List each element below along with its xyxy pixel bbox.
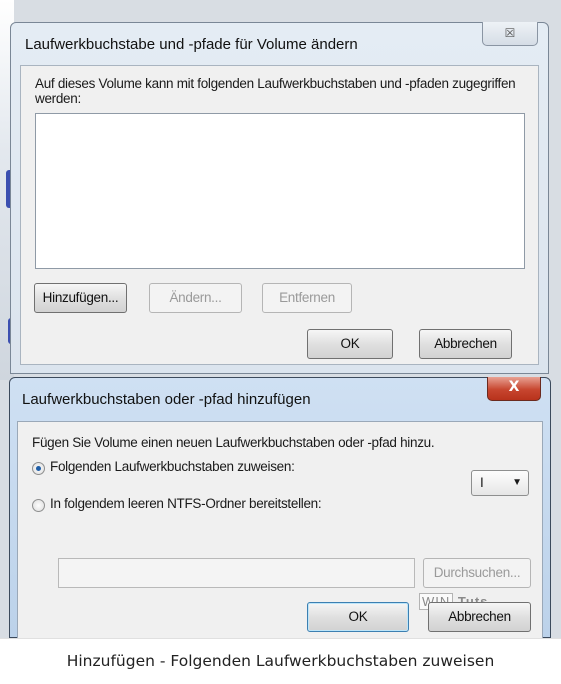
- radio-assign-letter[interactable]: [32, 462, 45, 475]
- browse-button[interactable]: Durchsuchen...: [423, 558, 531, 588]
- image-caption: Hinzufügen - Folgenden Laufwerkbuchstabe…: [0, 638, 561, 683]
- drive-letter-value: I: [480, 475, 484, 490]
- screenshot-frame: Laufwerkbuchstabe und -pfade für Volume …: [0, 0, 561, 638]
- radio-mount-folder-label[interactable]: In folgendem leeren NTFS-Ordner bereitst…: [50, 496, 322, 511]
- add-drive-letter-dialog: Laufwerkbuchstaben oder -pfad hinzufügen…: [9, 377, 551, 638]
- drive-letter-select[interactable]: I ▼: [471, 470, 529, 496]
- cancel-button[interactable]: Abbrechen: [428, 602, 531, 632]
- radio-assign-letter-label[interactable]: Folgenden Laufwerkbuchstaben zuweisen:: [50, 459, 295, 474]
- drive-path-listbox[interactable]: [35, 113, 525, 269]
- ok-button[interactable]: OK: [307, 329, 393, 359]
- ok-button[interactable]: OK: [307, 602, 409, 632]
- folder-path-input[interactable]: [58, 558, 415, 588]
- dialog-title: Laufwerkbuchstaben oder -pfad hinzufügen: [22, 391, 311, 408]
- add-button[interactable]: Hinzufügen...: [34, 283, 127, 313]
- dialog-client-area: Fügen Sie Volume einen neuen Laufwerkbuc…: [17, 421, 543, 638]
- dialog-description: Fügen Sie Volume einen neuen Laufwerkbuc…: [32, 435, 435, 450]
- dialog-description: Auf dieses Volume kann mit folgenden Lau…: [35, 76, 516, 106]
- dialog-title: Laufwerkbuchstabe und -pfade für Volume …: [25, 36, 358, 53]
- cancel-button[interactable]: Abbrechen: [419, 329, 512, 359]
- close-icon[interactable]: X: [487, 377, 541, 401]
- change-button[interactable]: Ändern...: [149, 283, 242, 313]
- dialog-client-area: Auf dieses Volume kann mit folgenden Lau…: [20, 65, 539, 365]
- chevron-down-icon: ▼: [512, 477, 522, 488]
- change-drive-letter-dialog: Laufwerkbuchstabe und -pfade für Volume …: [10, 22, 549, 374]
- radio-mount-folder[interactable]: [32, 499, 45, 512]
- remove-button[interactable]: Entfernen: [262, 283, 352, 313]
- close-icon[interactable]: ☒: [482, 22, 538, 46]
